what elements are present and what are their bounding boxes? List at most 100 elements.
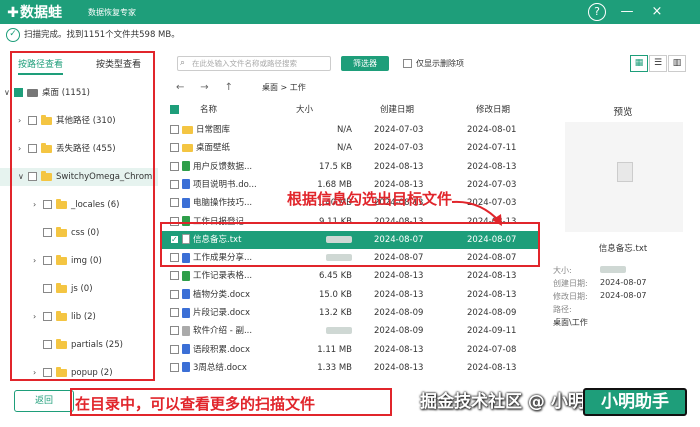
row-modified: 2024-08-13 bbox=[467, 362, 517, 373]
back-button[interactable]: 返回 bbox=[14, 390, 74, 412]
row-name: 软件介绍 - 副... bbox=[182, 322, 274, 340]
row-name: 电脑操作技巧... bbox=[182, 194, 274, 212]
close-button[interactable]: × bbox=[648, 3, 666, 21]
row-name-text: 电脑操作技巧... bbox=[193, 198, 253, 209]
row-created: 2024-08-13 bbox=[374, 161, 424, 172]
highlight-box-tree bbox=[10, 51, 155, 381]
back-arrow-icon[interactable]: ← bbox=[176, 82, 184, 93]
col-created[interactable]: 创建日期 bbox=[380, 100, 414, 120]
table-row[interactable]: 片段记录.docx 13.2 KB 2024-08-09 2024-08-09 bbox=[162, 304, 540, 322]
row-name-text: 工作记录表格... bbox=[193, 271, 253, 282]
row-name: 3周总结.docx bbox=[182, 359, 274, 377]
file-icon bbox=[182, 161, 190, 172]
preview-created-label: 创建日期: bbox=[553, 279, 588, 288]
preview-modified-value: 2024-08-07 bbox=[600, 291, 647, 300]
row-checkbox[interactable] bbox=[170, 198, 179, 208]
row-name-text: 语段积累.docx bbox=[193, 344, 251, 355]
search-placeholder: 在此处输入文件名称或路径搜索 bbox=[192, 59, 297, 68]
plus-logo-icon: ✚ bbox=[7, 5, 19, 21]
deleted-only-checkbox[interactable] bbox=[403, 59, 412, 68]
row-modified: 2024-08-09 bbox=[467, 308, 517, 318]
row-name: 桌面壁纸 bbox=[182, 139, 274, 157]
row-modified: 2024-09-11 bbox=[467, 326, 517, 337]
grid-view-icon[interactable]: ▦ bbox=[630, 55, 648, 72]
nav-arrows: ← → ↑ bbox=[176, 80, 233, 96]
row-created: 2024-08-09 bbox=[374, 326, 424, 337]
table-row[interactable]: 桌面壁纸 N/A 2024-07-03 2024-07-11 bbox=[162, 139, 540, 157]
table-row[interactable]: 语段积累.docx 1.11 MB 2024-08-13 2024-07-08 bbox=[162, 341, 540, 359]
up-arrow-icon[interactable]: ↑ bbox=[225, 82, 233, 93]
table-row[interactable]: 用户反馈数据... 17.5 KB 2024-08-13 2024-08-13 bbox=[162, 158, 540, 176]
status-text: 扫描完成。找到1151个文件共598 MB。 bbox=[24, 30, 180, 40]
col-modified[interactable]: 修改日期 bbox=[476, 100, 510, 120]
minimize-button[interactable]: — bbox=[618, 3, 636, 21]
row-checkbox[interactable] bbox=[170, 362, 179, 372]
row-size: 1.33 MB bbox=[317, 362, 352, 373]
search-icon: ⌕ bbox=[180, 58, 186, 68]
select-all-checkbox[interactable] bbox=[170, 105, 179, 114]
preview-box bbox=[565, 122, 683, 232]
table-row[interactable]: 日常图库 N/A 2024-07-03 2024-08-01 bbox=[162, 121, 540, 139]
row-size: 6.45 KB bbox=[318, 271, 352, 282]
row-checkbox[interactable] bbox=[170, 289, 179, 299]
preview-size-value bbox=[600, 265, 626, 274]
row-checkbox[interactable] bbox=[170, 143, 179, 153]
table-header: 名称 大小 创建日期 修改日期 bbox=[162, 100, 540, 120]
blurred-size bbox=[326, 327, 352, 335]
row-checkbox[interactable] bbox=[170, 271, 179, 281]
row-checkbox[interactable] bbox=[170, 326, 179, 336]
row-modified: 2024-08-13 bbox=[467, 271, 517, 282]
file-icon bbox=[182, 179, 190, 190]
preview-pane: 预览 信息备忘.txt 大小: 创建日期: 2024-08-07 修改日期: 2… bbox=[553, 100, 693, 380]
title-bar: ✚数据蛙 数据恢复专家 ? — × bbox=[0, 0, 700, 24]
row-checkbox[interactable] bbox=[170, 308, 179, 317]
forward-arrow-icon[interactable]: → bbox=[200, 82, 208, 93]
row-name: 用户反馈数据... bbox=[182, 158, 274, 176]
list-view-icon[interactable]: ☰ bbox=[649, 55, 667, 72]
row-created: 2024-07-03 bbox=[374, 143, 424, 154]
folder-icon bbox=[182, 125, 193, 134]
detail-view-icon[interactable]: ▥ bbox=[668, 55, 686, 72]
deleted-only-toggle[interactable]: 仅显示删除项 bbox=[403, 58, 464, 69]
arrow-line bbox=[451, 200, 501, 223]
breadcrumb[interactable]: 桌面 > 工作 bbox=[262, 80, 306, 96]
row-size: 15.0 KB bbox=[318, 289, 352, 300]
row-size: N/A bbox=[336, 125, 352, 135]
annotation-arrow bbox=[451, 200, 502, 226]
search-input[interactable]: ⌕ 在此处输入文件名称或路径搜索 bbox=[177, 56, 331, 71]
filter-button[interactable]: 筛选器 bbox=[341, 56, 389, 71]
row-size: 13.2 KB bbox=[318, 308, 352, 318]
help-icon[interactable]: ? bbox=[588, 3, 606, 21]
next-button[interactable]: 小明助手 bbox=[583, 388, 687, 416]
row-name-text: 日常图库 bbox=[196, 125, 231, 135]
preview-title: 预览 bbox=[613, 107, 633, 118]
app-subtitle: 数据恢复专家 bbox=[88, 8, 136, 17]
file-icon bbox=[182, 325, 190, 336]
row-size: 1.11 MB bbox=[317, 344, 352, 355]
table-row[interactable]: 3周总结.docx 1.33 MB 2024-08-13 2024-08-13 bbox=[162, 359, 540, 377]
row-name-text: 项目说明书.do... bbox=[193, 179, 257, 190]
file-icon bbox=[182, 270, 190, 281]
folder-icon bbox=[182, 143, 193, 152]
table-row[interactable]: 工作记录表格... 6.45 KB 2024-08-13 2024-08-13 bbox=[162, 267, 540, 285]
row-modified: 2024-08-01 bbox=[467, 125, 517, 135]
col-size[interactable]: 大小 bbox=[296, 100, 313, 120]
row-size bbox=[284, 322, 352, 340]
row-modified: 2024-07-03 bbox=[467, 179, 517, 190]
row-checkbox[interactable] bbox=[170, 125, 179, 134]
preview-size-label: 大小: bbox=[553, 266, 572, 275]
row-size: 17.5 KB bbox=[318, 161, 352, 172]
view-mode-buttons: ▦ ☰ ▥ bbox=[630, 55, 686, 72]
row-created: 2024-08-13 bbox=[374, 362, 424, 373]
row-checkbox[interactable] bbox=[170, 179, 179, 189]
app-name: 数据蛙 bbox=[20, 5, 62, 21]
table-row[interactable]: 植物分类.docx 15.0 KB 2024-08-13 2024-08-13 bbox=[162, 286, 540, 304]
row-checkbox[interactable] bbox=[170, 344, 179, 354]
table-row[interactable]: 软件介绍 - 副... 2024-08-09 2024-09-11 bbox=[162, 322, 540, 340]
row-created: 2024-08-13 bbox=[374, 289, 424, 300]
row-checkbox[interactable] bbox=[170, 161, 179, 171]
col-name[interactable]: 名称 bbox=[200, 100, 217, 120]
highlight-box-bottom bbox=[70, 388, 392, 416]
file-icon bbox=[182, 289, 190, 300]
row-created: 2024-08-13 bbox=[374, 344, 424, 355]
